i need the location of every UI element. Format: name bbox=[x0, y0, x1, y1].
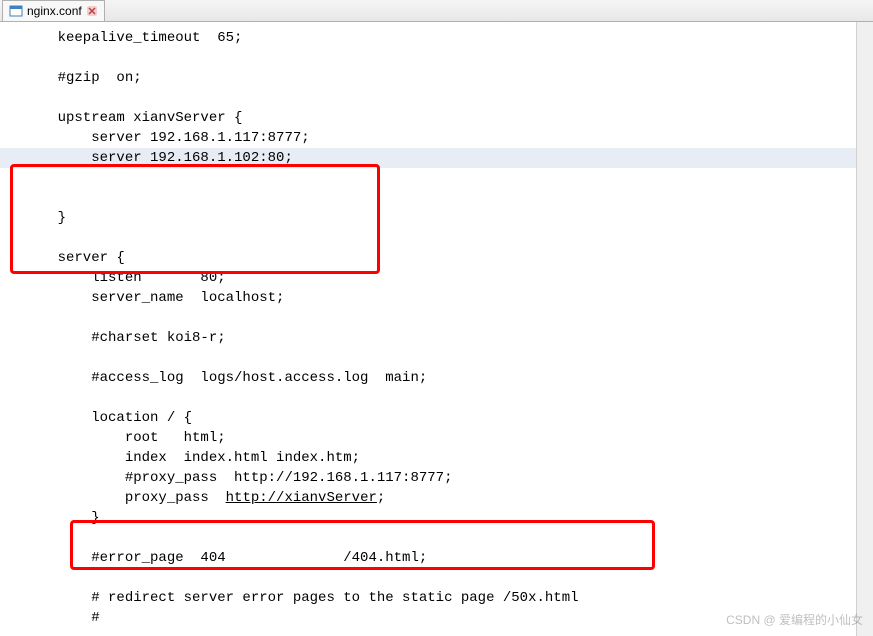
code-line: root html; bbox=[0, 428, 873, 448]
code-line: } bbox=[0, 208, 873, 228]
code-line: #error_page 404 /404.html; bbox=[0, 548, 873, 568]
code-line: } bbox=[0, 508, 873, 528]
code-line: index index.html index.htm; bbox=[0, 448, 873, 468]
code-line bbox=[0, 88, 873, 108]
code-line bbox=[0, 348, 873, 368]
code-line: upstream xianvServer { bbox=[0, 108, 873, 128]
code-line: #proxy_pass http://192.168.1.117:8777; bbox=[0, 468, 873, 488]
code-line: #access_log logs/host.access.log main; bbox=[0, 368, 873, 388]
tab-bar: nginx.conf bbox=[0, 0, 873, 22]
code-line bbox=[0, 228, 873, 248]
code-line: server_name localhost; bbox=[0, 288, 873, 308]
code-line bbox=[0, 48, 873, 68]
code-line bbox=[0, 188, 873, 208]
code-line: server { bbox=[0, 248, 873, 268]
close-icon[interactable] bbox=[86, 5, 98, 17]
code-line: #charset koi8-r; bbox=[0, 328, 873, 348]
code-line bbox=[0, 528, 873, 548]
file-tab[interactable]: nginx.conf bbox=[2, 0, 105, 21]
code-line bbox=[0, 308, 873, 328]
proxy-url: http://xianvServer bbox=[226, 490, 377, 506]
code-line: proxy_pass http://xianvServer; bbox=[0, 488, 873, 508]
code-line: location / { bbox=[0, 408, 873, 428]
code-line bbox=[0, 388, 873, 408]
vertical-scrollbar[interactable] bbox=[856, 22, 873, 636]
watermark: CSDN @ 爱编程的小仙女 bbox=[726, 611, 863, 628]
code-line: # redirect server error pages to the sta… bbox=[0, 588, 873, 608]
code-line: keepalive_timeout 65; bbox=[0, 28, 873, 48]
code-editor[interactable]: keepalive_timeout 65; #gzip on; upstream… bbox=[0, 22, 873, 634]
file-icon bbox=[9, 4, 23, 18]
code-line: server 192.168.1.117:8777; bbox=[0, 128, 873, 148]
code-line: #gzip on; bbox=[0, 68, 873, 88]
code-line-active: server 192.168.1.102:80; bbox=[0, 148, 873, 168]
code-line bbox=[0, 168, 873, 188]
code-line: listen 80; bbox=[0, 268, 873, 288]
tab-filename: nginx.conf bbox=[27, 4, 82, 18]
code-line bbox=[0, 568, 873, 588]
